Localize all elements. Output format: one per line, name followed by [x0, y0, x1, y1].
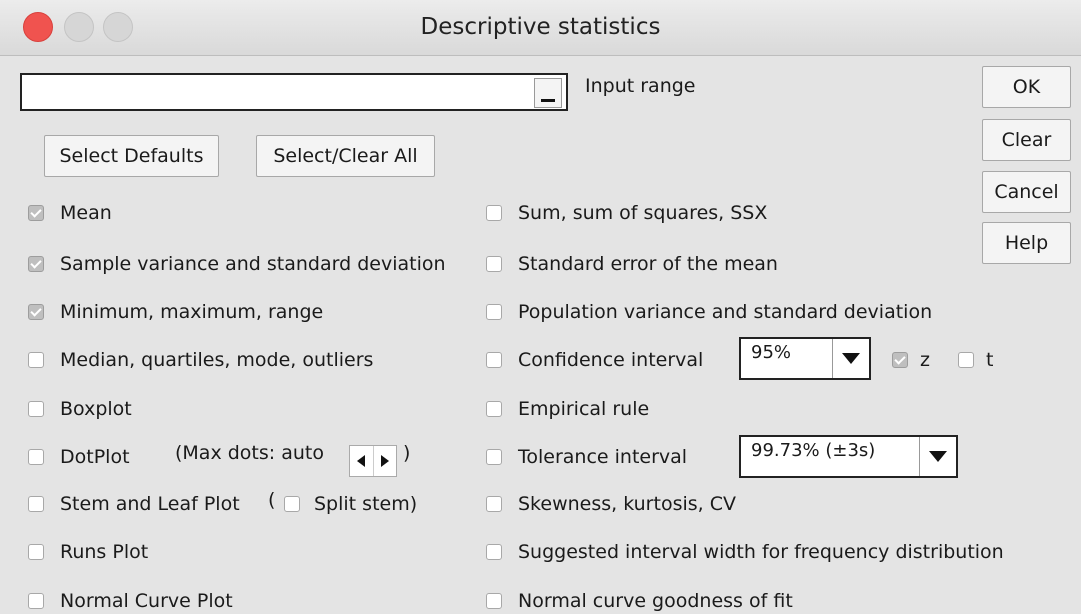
option-goodness-of-fit[interactable]: Normal curve goodness of fit	[486, 588, 793, 614]
median-quartiles-checkbox[interactable]	[28, 352, 44, 368]
option-label: Suggested interval width for frequency d…	[518, 541, 1004, 563]
option-sum-squares[interactable]: Sum, sum of squares, SSX	[486, 200, 767, 226]
option-sample-variance[interactable]: Sample variance and standard deviation	[28, 251, 446, 277]
option-label: Confidence interval	[518, 349, 704, 371]
option-population-variance[interactable]: Population variance and standard deviati…	[486, 299, 932, 325]
option-label: Population variance and standard deviati…	[518, 301, 933, 323]
option-label: Median, quartiles, mode, outliers	[60, 349, 374, 371]
clear-button[interactable]: Clear	[982, 119, 1071, 161]
range-select-button[interactable]	[534, 78, 562, 108]
option-label: Boxplot	[60, 398, 132, 420]
option-label: Normal Curve Plot	[60, 590, 233, 612]
normal-curve-plot-checkbox[interactable]	[28, 593, 44, 609]
option-label: Skewness, kurtosis, CV	[518, 493, 736, 515]
population-variance-checkbox[interactable]	[486, 304, 502, 320]
stem-leaf-checkbox[interactable]	[28, 496, 44, 512]
confidence-level-value: 95%	[751, 342, 792, 363]
tolerance-interval-checkbox[interactable]	[486, 449, 502, 465]
option-label: Minimum, maximum, range	[60, 301, 324, 323]
option-z[interactable]: z	[892, 347, 930, 373]
help-button[interactable]: Help	[982, 222, 1071, 264]
option-label: Stem and Leaf Plot	[60, 493, 240, 515]
min-max-range-checkbox[interactable]	[28, 304, 44, 320]
window-title: Descriptive statistics	[420, 14, 661, 40]
split-stem-open-paren: (	[268, 489, 276, 511]
title-bar: Descriptive statistics	[0, 0, 1081, 56]
option-std-error[interactable]: Standard error of the mean	[486, 251, 778, 277]
option-empirical-rule[interactable]: Empirical rule	[486, 396, 649, 422]
split-stem-checkbox[interactable]	[284, 496, 300, 512]
option-label: Tolerance interval	[518, 446, 688, 468]
option-label: Sample variance and standard deviation	[60, 253, 446, 275]
ok-button[interactable]: OK	[982, 66, 1071, 108]
option-confidence-interval[interactable]: Confidence interval	[486, 347, 703, 373]
split-stem-label: Split stem)	[314, 493, 418, 515]
goodness-of-fit-checkbox[interactable]	[486, 593, 502, 609]
runs-plot-checkbox[interactable]	[28, 544, 44, 560]
option-label: Empirical rule	[518, 398, 650, 420]
option-label: Mean	[60, 202, 112, 224]
dotplot-close-paren: )	[403, 442, 411, 464]
option-label: Sum, sum of squares, SSX	[518, 202, 768, 224]
chevron-down-icon[interactable]	[919, 437, 956, 476]
option-label: DotPlot	[60, 446, 130, 468]
empirical-rule-checkbox[interactable]	[486, 401, 502, 417]
cancel-button[interactable]: Cancel	[982, 171, 1071, 213]
t-checkbox[interactable]	[958, 352, 974, 368]
select-clear-all-button[interactable]: Select/Clear All	[256, 135, 435, 177]
option-tolerance-interval[interactable]: Tolerance interval	[486, 444, 687, 470]
option-label: Standard error of the mean	[518, 253, 778, 275]
dotplot-max-dots-label: (Max dots: auto	[175, 442, 324, 464]
select-defaults-button[interactable]: Select Defaults	[44, 135, 219, 177]
input-range-label: Input range	[585, 75, 696, 97]
interval-width-checkbox[interactable]	[486, 544, 502, 560]
max-dots-stepper[interactable]	[349, 445, 397, 477]
dotplot-checkbox[interactable]	[28, 449, 44, 465]
increment-arrow-icon[interactable]	[373, 446, 396, 476]
confidence-level-select[interactable]: 95%	[739, 337, 871, 380]
sum-squares-checkbox[interactable]	[486, 205, 502, 221]
option-label: Runs Plot	[60, 541, 149, 563]
option-skewness[interactable]: Skewness, kurtosis, CV	[486, 491, 736, 517]
option-runs-plot[interactable]: Runs Plot	[28, 539, 148, 565]
sample-variance-checkbox[interactable]	[28, 256, 44, 272]
input-range-field[interactable]	[20, 73, 568, 111]
option-mean[interactable]: Mean	[28, 200, 112, 226]
option-label: Normal curve goodness of fit	[518, 590, 793, 612]
option-split-stem[interactable]: Split stem)	[284, 491, 417, 517]
option-normal-curve-plot[interactable]: Normal Curve Plot	[28, 588, 233, 614]
decrement-arrow-icon[interactable]	[350, 446, 374, 476]
skewness-checkbox[interactable]	[486, 496, 502, 512]
mean-checkbox[interactable]	[28, 205, 44, 221]
option-median-quartiles[interactable]: Median, quartiles, mode, outliers	[28, 347, 373, 373]
confidence-interval-checkbox[interactable]	[486, 352, 502, 368]
option-boxplot[interactable]: Boxplot	[28, 396, 132, 422]
boxplot-checkbox[interactable]	[28, 401, 44, 417]
option-interval-width[interactable]: Suggested interval width for frequency d…	[486, 539, 1004, 565]
t-label: t	[986, 349, 994, 371]
option-stem-leaf[interactable]: Stem and Leaf Plot	[28, 491, 240, 517]
z-checkbox[interactable]	[892, 352, 908, 368]
tolerance-level-value: 99.73% (±3s)	[751, 440, 876, 461]
option-dotplot[interactable]: DotPlot	[28, 444, 130, 470]
option-t[interactable]: t	[958, 347, 993, 373]
tolerance-level-select[interactable]: 99.73% (±3s)	[739, 435, 958, 478]
chevron-down-icon[interactable]	[832, 339, 869, 378]
z-label: z	[920, 349, 930, 371]
option-min-max-range[interactable]: Minimum, maximum, range	[28, 299, 323, 325]
std-error-checkbox[interactable]	[486, 256, 502, 272]
